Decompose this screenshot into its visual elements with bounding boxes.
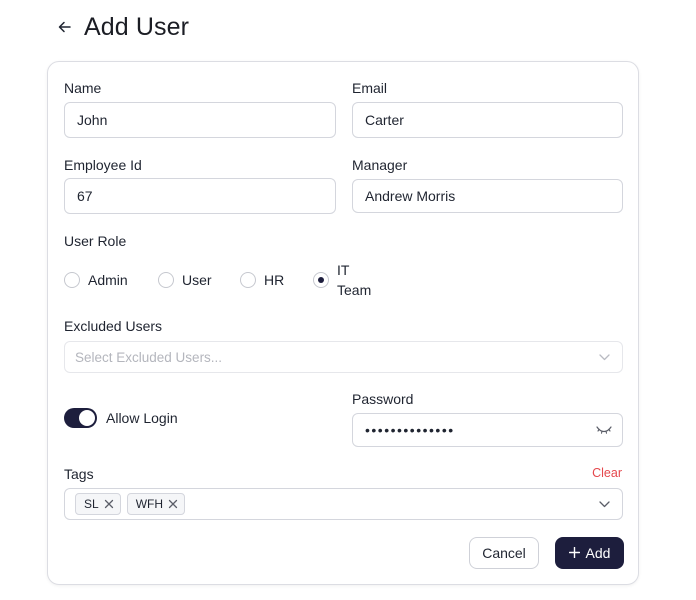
tags-select[interactable]: SL WFH: [64, 488, 623, 520]
radio-selected-dot: [318, 277, 324, 283]
excluded-users-placeholder: Select Excluded Users...: [75, 349, 223, 365]
excluded-users-select[interactable]: Select Excluded Users...: [64, 341, 623, 373]
excluded-users-label: Excluded Users: [64, 318, 163, 334]
employee-id-input-value: 67: [77, 188, 93, 204]
manager-input[interactable]: Andrew Morris: [352, 179, 623, 213]
manager-label: Manager: [352, 157, 408, 173]
tag-chip: SL: [75, 493, 121, 515]
radio-circle: [158, 272, 174, 288]
toggle-knob: [79, 410, 95, 426]
radio-circle: [240, 272, 256, 288]
allow-login-control: Allow Login: [64, 408, 178, 428]
name-label: Name: [64, 80, 102, 96]
role-radio-hr-label: HR: [264, 272, 285, 288]
cancel-button[interactable]: Cancel: [469, 537, 539, 569]
email-input-value: Carter: [365, 112, 404, 128]
allow-login-label: Allow Login: [106, 410, 178, 426]
chevron-down-icon[interactable]: [599, 495, 610, 513]
role-radio-user-label: User: [182, 272, 212, 288]
manager-input-value: Andrew Morris: [365, 188, 456, 204]
role-radio-hr[interactable]: HR: [240, 272, 284, 290]
page-title: Add User: [84, 12, 190, 41]
tags-label: Tags: [64, 466, 94, 482]
role-radio-user[interactable]: User: [158, 272, 212, 290]
radio-circle: [64, 272, 80, 288]
role-radio-admin[interactable]: Admin: [64, 272, 128, 290]
password-input[interactable]: ••••••••••••••: [352, 413, 623, 447]
tag-chip-label: SL: [84, 497, 99, 511]
tag-chip: WFH: [126, 493, 186, 515]
password-label: Password: [352, 391, 414, 407]
close-icon[interactable]: [104, 499, 114, 509]
add-button[interactable]: Add: [555, 537, 624, 569]
user-role-label: User Role: [64, 233, 127, 249]
email-label: Email: [352, 80, 388, 96]
add-user-page: Add User Name John Email Carter Employee…: [0, 0, 696, 600]
tag-chip-label: WFH: [135, 497, 164, 511]
employee-id-input[interactable]: 67: [64, 178, 336, 214]
role-radio-it-team-label: IT Team: [337, 262, 372, 298]
cancel-button-label: Cancel: [482, 545, 526, 561]
radio-circle-checked: [313, 272, 329, 288]
back-arrow-icon[interactable]: [56, 19, 72, 35]
password-masked-value: ••••••••••••••: [365, 422, 455, 438]
name-input[interactable]: John: [64, 102, 336, 138]
plus-icon: [568, 545, 580, 561]
role-radio-it-team[interactable]: IT Team: [313, 262, 377, 300]
chevron-down-icon: [599, 348, 610, 366]
add-user-form: Name John Email Carter Employee Id 67 Ma…: [47, 61, 639, 585]
close-icon[interactable]: [168, 499, 178, 509]
clear-tags-link[interactable]: Clear: [592, 466, 622, 480]
tag-chips: SL WFH: [75, 493, 186, 515]
add-button-label: Add: [585, 545, 611, 561]
name-input-value: John: [77, 112, 108, 128]
email-input[interactable]: Carter: [352, 102, 623, 138]
role-radio-admin-label: Admin: [88, 272, 128, 288]
eye-closed-icon[interactable]: [596, 422, 612, 438]
allow-login-toggle[interactable]: [64, 408, 97, 428]
page-header: Add User: [56, 10, 189, 44]
employee-id-label: Employee Id: [64, 157, 142, 173]
